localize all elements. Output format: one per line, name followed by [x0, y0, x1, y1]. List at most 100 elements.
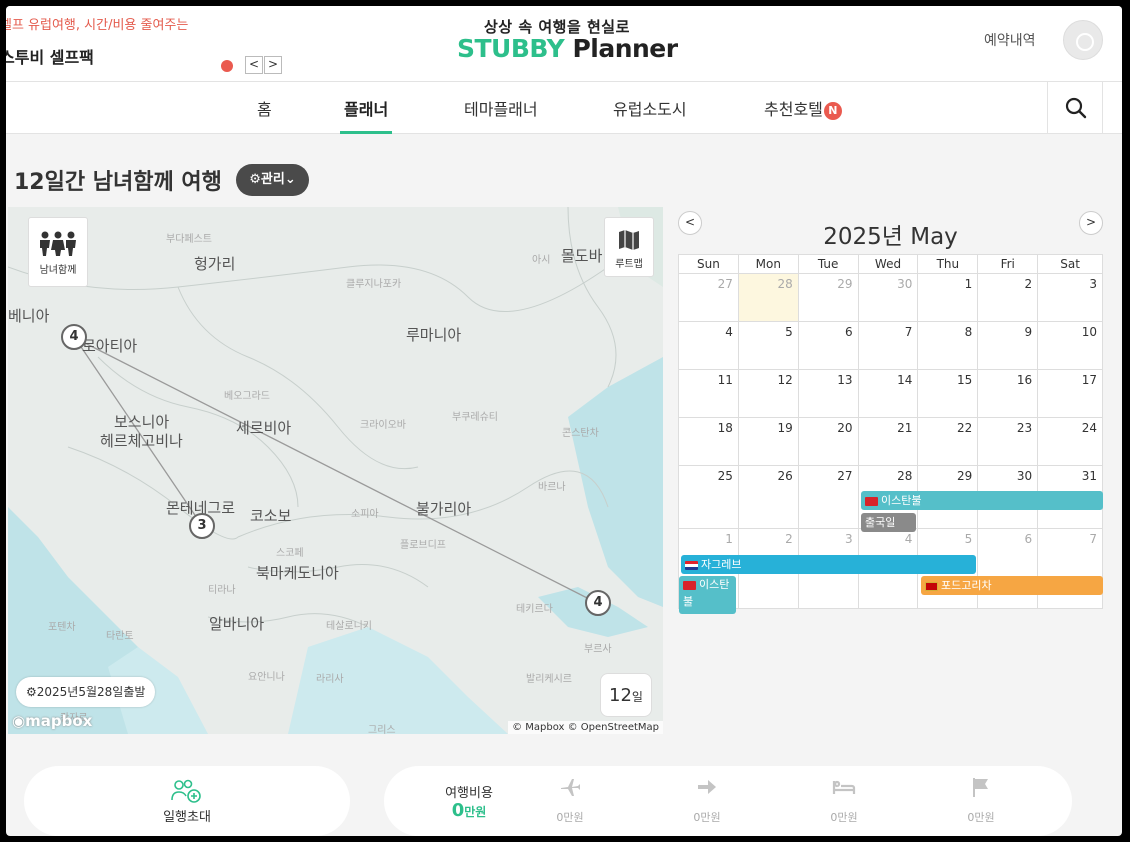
calendar-day[interactable]: 21: [858, 418, 919, 466]
calendar-day[interactable]: 10: [1038, 322, 1103, 370]
map-label-thessaloniki: 테살로니키: [326, 621, 372, 632]
nav-planner[interactable]: 플래너: [339, 96, 393, 134]
calendar-day[interactable]: 7: [858, 322, 919, 370]
map-label-sofia: 소피아: [351, 509, 379, 520]
map-label-tekirdag: 테키르다: [516, 604, 553, 615]
brand-stubby: STUBBY: [457, 34, 565, 63]
trip-days-box: 12일: [600, 673, 652, 717]
promo-line[interactable]: 셀프 유럽여행, 시간/비용 줄여주는: [6, 14, 188, 33]
calendar-day-number: 13: [837, 373, 853, 387]
nav-home[interactable]: 홈: [257, 96, 272, 120]
reservations-link[interactable]: 예약내역: [984, 30, 1036, 50]
cost-lodging[interactable]: 0만원: [799, 776, 889, 824]
calendar-day[interactable]: 6: [978, 529, 1039, 609]
calendar-day[interactable]: 15: [918, 370, 979, 418]
cost-total-label: 여행비용: [445, 786, 493, 801]
nav-theme-planner[interactable]: 테마플래너: [464, 96, 538, 120]
map-base-layer: [8, 207, 663, 734]
calendar-day-number: 31: [1081, 469, 1097, 483]
map-label-bosnia: 보스니아: [114, 413, 170, 431]
calendar-day[interactable]: 29: [798, 274, 859, 322]
calendar-day[interactable]: 5: [738, 322, 799, 370]
calendar-day[interactable]: 28: [738, 274, 799, 322]
brand-logo[interactable]: STUBBY Planner: [457, 34, 678, 63]
event-label-a: 이스탄: [699, 578, 730, 591]
calendar-day[interactable]: 27: [798, 466, 859, 529]
calendar-day-number: 14: [897, 373, 913, 387]
calendar-day[interactable]: 26: [738, 466, 799, 529]
mapbox-wordmark: mapbox: [25, 712, 93, 730]
calendar-day[interactable]: 27: [679, 274, 739, 322]
map-label-greece: 그리스: [368, 725, 396, 734]
calendar-day[interactable]: 11: [679, 370, 739, 418]
event-istanbul-stay[interactable]: 이스탄불: [861, 491, 1103, 510]
route-marker-zagreb[interactable]: 4: [61, 324, 87, 350]
routemap-button[interactable]: 루트맵: [604, 217, 654, 277]
map-label-plovdiv: 플로브디프: [400, 540, 446, 551]
manage-button[interactable]: ⚙관리⌄: [236, 164, 309, 196]
calendar-day-number: 26: [777, 469, 793, 483]
cost-activity[interactable]: 0만원: [936, 776, 1026, 824]
nav-recommended-hotels[interactable]: 추천호텔 N: [764, 96, 842, 120]
calendar-day-number: 19: [777, 421, 793, 435]
arrow-right-icon: [698, 780, 716, 794]
calendar-day-number: 27: [717, 277, 733, 291]
mapbox-logo[interactable]: ◉mapbox: [12, 712, 92, 730]
map-label-tirana: 티라나: [208, 585, 236, 596]
invite-companion-card[interactable]: 일행초대: [24, 766, 350, 836]
companion-button[interactable]: 남녀함께: [28, 217, 88, 287]
promo-title[interactable]: 스투비 셀프팩: [6, 44, 94, 68]
event-zagreb[interactable]: 자그레브: [681, 555, 976, 574]
calendar-day[interactable]: 2: [978, 274, 1039, 322]
calendar-next-button[interactable]: >: [1079, 211, 1103, 235]
calendar-day[interactable]: 24: [1038, 418, 1103, 466]
calendar-day[interactable]: 25: [679, 466, 739, 529]
croatia-flag-icon: [685, 560, 698, 570]
calendar-day[interactable]: 1: [918, 274, 979, 322]
event-podgorica[interactable]: 포드고리차: [921, 576, 1103, 595]
group-people-icon: [40, 231, 76, 256]
calendar-day[interactable]: 4: [679, 322, 739, 370]
calendar-day[interactable]: 6: [798, 322, 859, 370]
calendar-day[interactable]: 17: [1038, 370, 1103, 418]
departure-date-chip[interactable]: ⚙2025년5월28일출발: [16, 677, 156, 707]
calendar-day[interactable]: 23: [978, 418, 1039, 466]
promo-next-button[interactable]: >: [264, 56, 282, 74]
calendar-day[interactable]: 22: [918, 418, 979, 466]
event-istanbul-return[interactable]: 이스탄 불: [679, 576, 736, 614]
avatar[interactable]: [1063, 20, 1103, 60]
calendar-week: 27 28 29 30 1 2 3: [679, 274, 1103, 322]
calendar-header: < 2025년 May >: [678, 211, 1103, 253]
calendar-day[interactable]: 12: [738, 370, 799, 418]
map-attribution[interactable]: © Mapbox © OpenStreetMap: [508, 721, 663, 734]
calendar-day[interactable]: 14: [858, 370, 919, 418]
calendar-day[interactable]: 9: [978, 322, 1039, 370]
calendar-day-number: 18: [717, 421, 733, 435]
map-label-varna: 바르나: [538, 482, 566, 493]
search-button[interactable]: [1047, 82, 1103, 133]
route-marker-istanbul[interactable]: 4: [585, 590, 611, 616]
map-label-kosovo: 코소보: [250, 507, 292, 525]
cost-total-unit: 만원: [464, 805, 487, 819]
route-map[interactable]: 헝가리 몰도바 베니아 로아티아 루마니아 보스니아 헤르체고비나 세르비아 몬…: [8, 207, 663, 734]
event-departure-day[interactable]: 출국일: [861, 513, 916, 532]
calendar-day[interactable]: 7: [1038, 529, 1103, 609]
route-marker-podgorica[interactable]: 3: [189, 513, 215, 539]
calendar-day[interactable]: 16: [978, 370, 1039, 418]
calendar-day[interactable]: 3: [1038, 274, 1103, 322]
calendar-day[interactable]: 8: [918, 322, 979, 370]
cost-flight[interactable]: 0만원: [525, 776, 615, 824]
calendar-day[interactable]: 13: [798, 370, 859, 418]
calendar-day[interactable]: 30: [858, 274, 919, 322]
nav-small-towns[interactable]: 유럽소도시: [613, 96, 687, 120]
event-label: 자그레브: [701, 558, 742, 571]
calendar-day-number: 30: [897, 277, 913, 291]
calendar-day[interactable]: 20: [798, 418, 859, 466]
calendar-day[interactable]: 19: [738, 418, 799, 466]
mapbox-icon: ◉: [12, 712, 26, 730]
calendar-day[interactable]: 18: [679, 418, 739, 466]
promo-prev-button[interactable]: <: [245, 56, 263, 74]
bed-icon: [832, 780, 856, 794]
cost-transport[interactable]: 0만원: [662, 776, 752, 824]
calendar-day-number: 5: [964, 532, 973, 546]
